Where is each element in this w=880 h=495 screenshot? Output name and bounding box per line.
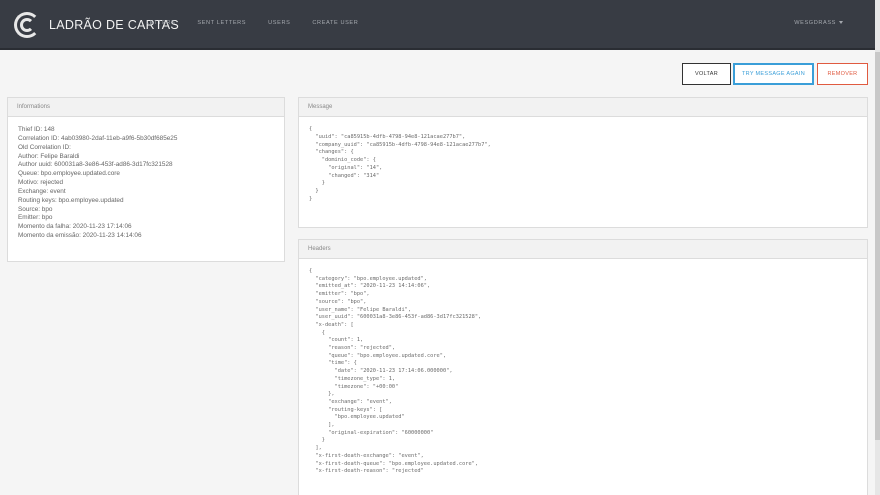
nav-link-sent-letters[interactable]: SENT LETTERS [197,20,246,26]
headers-json: { "category": "bpo.employee.updated", "e… [309,268,482,475]
user-name: WESGDRASS [794,20,836,26]
informations-title: Informations [8,98,284,117]
nav-link-users[interactable]: USERS [268,20,290,26]
info-author-uuid: Author uuid: 600031a8-3e86-453f-ad86-3d1… [18,161,173,169]
headers-body: { "category": "bpo.employee.updated", "e… [299,259,867,485]
info-emitter: Emitter: bpo [18,214,53,222]
remove-button[interactable]: REMOVER [817,63,868,85]
informations-body: Thief ID: 148 Correlation ID: 4ab03980-2… [8,117,284,250]
info-emission-time: Momento da emissão: 2020-11-23 14:14:06 [18,232,142,240]
scrollbar[interactable] [875,0,880,495]
info-queue: Queue: bpo.employee.updated.core [18,170,120,178]
back-button[interactable]: VOLTAR [682,63,731,85]
info-old-correlation-id: Old Correlation ID: [18,143,71,151]
message-panel: Message { "uuid": "ca85915b-4dfb-4798-94… [298,97,868,228]
info-routing-keys: Routing keys: bpo.employee.updated [18,196,124,204]
info-author: Author: Felipe Baraldi [18,152,80,160]
nav-link-letters[interactable]: LETTERS [146,20,175,26]
info-correlation-id: Correlation ID: 4ab03980-2daf-11eb-a9f6-… [18,134,178,142]
user-menu[interactable]: WESGDRASS [794,20,843,26]
informations-panel: Informations Thief ID: 148 Correlation I… [7,97,285,262]
info-failure-time: Momento da falha: 2020-11-23 17:14:06 [18,223,132,231]
nav-link-create-user[interactable]: CREATE USER [312,20,358,26]
retry-message-button[interactable]: TRY MESSAGE AGAIN [733,63,814,85]
headers-panel: Headers { "category": "bpo.employee.upda… [298,239,868,495]
logo-icon [14,12,40,38]
info-source: Source: bpo [18,205,53,213]
message-json: { "uuid": "ca85915b-4dfb-4798-94e8-121ac… [309,126,491,202]
message-body: { "uuid": "ca85915b-4dfb-4798-94e8-121ac… [299,117,867,213]
caret-down-icon [839,21,843,25]
nav-links: LETTERS SENT LETTERS USERS CREATE USER [146,20,380,26]
info-exchange: Exchange: event [18,187,66,195]
headers-title: Headers [299,240,867,259]
scrollbar-thumb[interactable] [875,52,880,440]
info-reason: Motivo: rejected [18,179,64,187]
info-thief-id: Thief ID: 148 [18,126,55,133]
navbar: LADRÃO DE CARTAS LETTERS SENT LETTERS US… [0,0,880,50]
message-title: Message [299,98,867,117]
